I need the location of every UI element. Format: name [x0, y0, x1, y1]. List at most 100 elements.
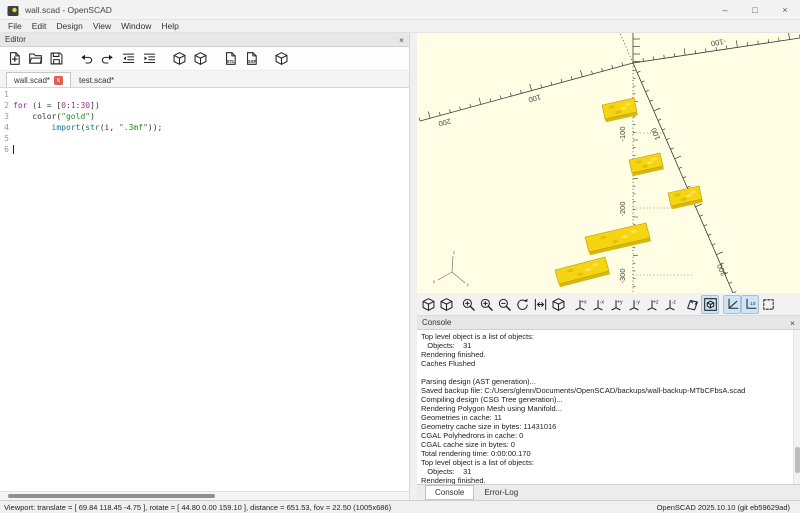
- view-plus-y-button[interactable]: +y: [607, 295, 625, 314]
- view-minus-z-icon: -z: [663, 297, 678, 312]
- console-line: Rendering finished.: [421, 476, 800, 484]
- view-3d-button[interactable]: [271, 48, 292, 69]
- code-token: ));: [148, 123, 162, 132]
- show-axes-button[interactable]: [723, 295, 741, 314]
- view-minus-y-button[interactable]: -y: [625, 295, 643, 314]
- undo-button[interactable]: [76, 48, 97, 69]
- redo-icon: [100, 51, 115, 66]
- console-line: Rendering finished.: [421, 350, 800, 359]
- maximize-button[interactable]: □: [740, 0, 770, 19]
- unindent-button[interactable]: [118, 48, 139, 69]
- svg-text:+z: +z: [652, 299, 658, 305]
- orthogonal-button[interactable]: [701, 295, 719, 314]
- code-editor[interactable]: 12for (i = [0:1:30])3 color("gold")4 imp…: [0, 88, 409, 491]
- editor-panel-title: Editor: [5, 35, 26, 44]
- console-tab-error-log[interactable]: Error-Log: [474, 485, 528, 500]
- editor-toolbar-group: [76, 48, 160, 69]
- view-3d-icon: [274, 51, 289, 66]
- undo-icon: [79, 51, 94, 66]
- code-token: 30: [80, 101, 90, 110]
- main-area: Editor × STLDXF wall.scad*x test.scad* 12…: [0, 33, 800, 500]
- view-plus-z-button[interactable]: +z: [643, 295, 661, 314]
- viewport-toolbar-group: [459, 295, 567, 314]
- console-close-icon[interactable]: ×: [790, 318, 795, 328]
- viewport-background: [417, 33, 800, 293]
- view-minus-z-button[interactable]: -z: [661, 295, 679, 314]
- tab-testscad[interactable]: test.scad*: [71, 72, 122, 87]
- menu-view[interactable]: View: [88, 21, 116, 31]
- panel-splitter[interactable]: [410, 33, 417, 500]
- 3d-viewport[interactable]: -100100200100300-100-200-300xyz: [417, 33, 800, 293]
- export-stl-button[interactable]: STL: [220, 48, 241, 69]
- text-caret: [13, 145, 14, 154]
- view-all-button[interactable]: [549, 295, 567, 314]
- editor-tab-bar: wall.scad*x test.scad*: [0, 71, 409, 88]
- save-file-button[interactable]: [46, 48, 67, 69]
- indent-button[interactable]: [139, 48, 160, 69]
- console-panel-header: Console ×: [417, 316, 800, 330]
- render-icon: [439, 297, 454, 312]
- new-file-button[interactable]: [4, 48, 25, 69]
- code-text: [13, 144, 14, 155]
- zoom-in-button[interactable]: [477, 295, 495, 314]
- indent-icon: [142, 51, 157, 66]
- code-token: ): [90, 112, 95, 121]
- code-token: str: [85, 123, 99, 132]
- editor-close-icon[interactable]: ×: [399, 35, 404, 45]
- editor-toolbar-group: [4, 48, 67, 69]
- tab-wallscad[interactable]: wall.scad*x: [6, 72, 71, 87]
- select-mode-button[interactable]: [759, 295, 777, 314]
- zoom-all-button[interactable]: [459, 295, 477, 314]
- perspective-icon: [685, 297, 700, 312]
- zoom-out-button[interactable]: [495, 295, 513, 314]
- console-output[interactable]: Top level object is a list of objects: O…: [417, 330, 800, 484]
- zoom-in-icon: [479, 297, 494, 312]
- editor-horizontal-scrollbar[interactable]: [0, 491, 409, 500]
- viewport-toolbar-group: [683, 295, 719, 314]
- orthogonal-icon: [703, 297, 718, 312]
- svg-text:-y: -y: [635, 299, 640, 305]
- console-line: CGAL Polyhedrons in cache: 0: [421, 431, 800, 440]
- menu-edit[interactable]: Edit: [27, 21, 52, 31]
- preview-button[interactable]: [169, 48, 190, 69]
- open-file-button[interactable]: [25, 48, 46, 69]
- menu-window[interactable]: Window: [116, 21, 156, 31]
- window-title: wall.scad - OpenSCAD: [25, 5, 112, 15]
- view-plus-x-button[interactable]: +x: [571, 295, 589, 314]
- perspective-button[interactable]: [683, 295, 701, 314]
- render-button[interactable]: [190, 48, 211, 69]
- line-number: 5: [0, 133, 13, 144]
- view-minus-x-button[interactable]: -x: [589, 295, 607, 314]
- app-icon: [7, 4, 19, 16]
- show-scale-markers-button[interactable]: 10: [741, 295, 759, 314]
- axis-label: -300: [618, 268, 627, 283]
- preview-icon: [172, 51, 187, 66]
- console-vertical-scrollbar[interactable]: [793, 330, 800, 484]
- scrollbar-thumb[interactable]: [795, 447, 800, 473]
- console-line: Geometry cache size in bytes: 11431016: [421, 422, 800, 431]
- axis-label: -100: [618, 126, 627, 141]
- preview-button[interactable]: [419, 295, 437, 314]
- reset-view-button[interactable]: [513, 295, 531, 314]
- scrollbar-thumb[interactable]: [8, 494, 215, 498]
- minimize-button[interactable]: –: [710, 0, 740, 19]
- show-axes-icon: [725, 297, 740, 312]
- render-icon: [193, 51, 208, 66]
- menu-file[interactable]: File: [3, 21, 27, 31]
- menu-design[interactable]: Design: [51, 21, 87, 31]
- code-line: 1: [0, 89, 409, 100]
- zoom-fit-button[interactable]: [531, 295, 549, 314]
- render-button[interactable]: [437, 295, 455, 314]
- menu-help[interactable]: Help: [156, 21, 183, 31]
- tab-label: test.scad*: [79, 76, 114, 85]
- console-line: Objects: 31: [421, 467, 800, 476]
- console-line: Saved backup file: C:/Users/glenn/Docume…: [421, 386, 800, 395]
- code-token: color(: [13, 112, 61, 121]
- redo-button[interactable]: [97, 48, 118, 69]
- export-dxf-button[interactable]: DXF: [241, 48, 262, 69]
- viewport-toolbar-group: 10: [723, 295, 777, 314]
- tab-close-icon[interactable]: x: [54, 76, 63, 85]
- svg-text:+y: +y: [616, 299, 622, 305]
- close-button[interactable]: ×: [770, 0, 800, 19]
- console-tab-console[interactable]: Console: [425, 485, 474, 500]
